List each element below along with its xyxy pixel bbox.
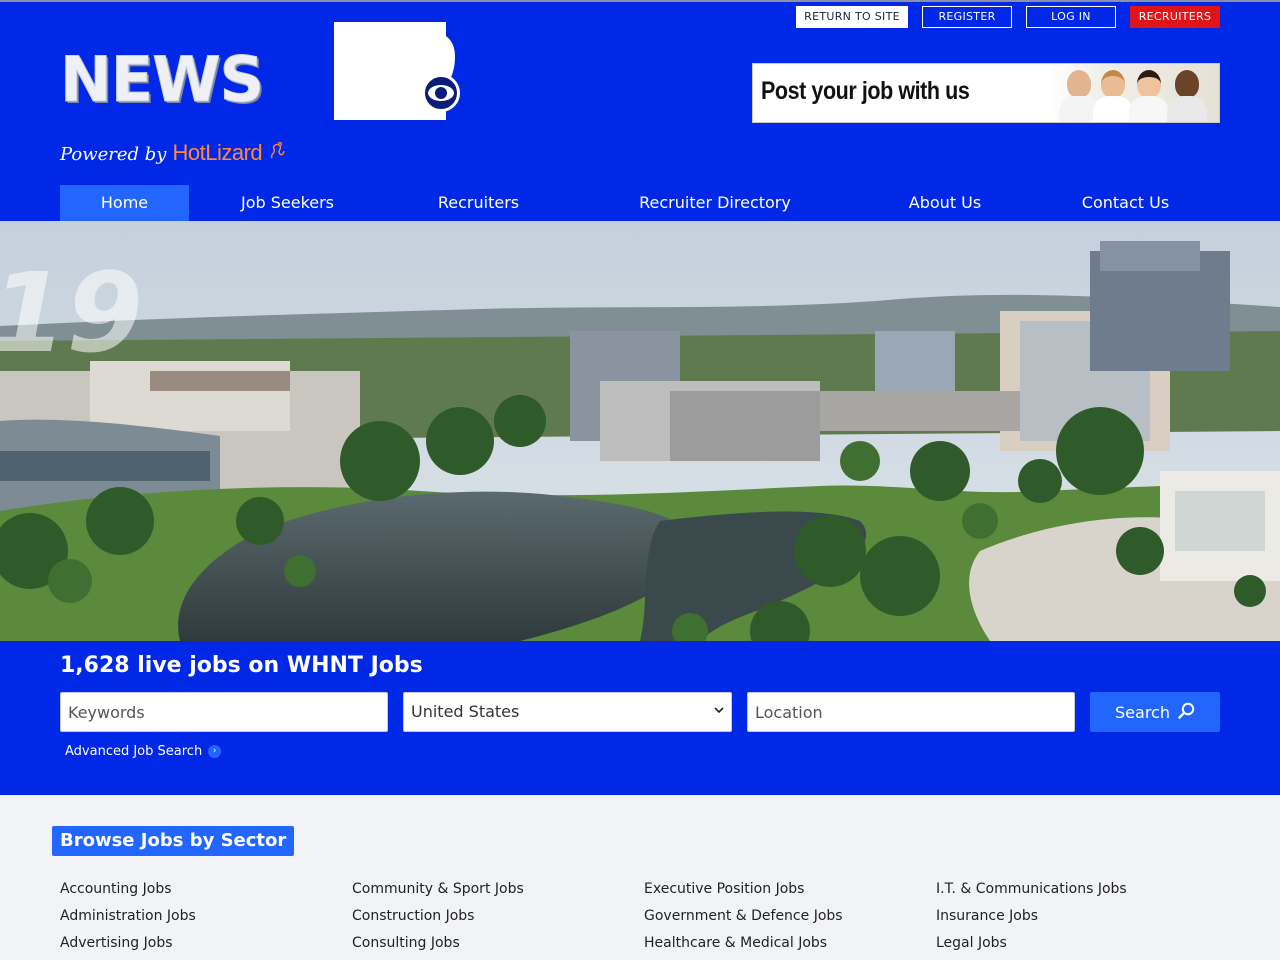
sector-link[interactable]: I.T. & Communications Jobs bbox=[936, 880, 1228, 898]
news19-logo[interactable]: NEWS 19 bbox=[59, 19, 460, 124]
nav-home[interactable]: Home bbox=[60, 185, 189, 221]
logo-wordmark: NEWS bbox=[59, 43, 264, 116]
country-select-value: United States bbox=[411, 702, 520, 721]
log-in-link[interactable]: LOG IN bbox=[1026, 6, 1116, 28]
advanced-job-search-label: Advanced Job Search bbox=[65, 744, 203, 759]
sector-link[interactable]: Accounting Jobs bbox=[60, 880, 352, 898]
sector-link[interactable]: Administration Jobs bbox=[60, 907, 352, 925]
powered-by-label: Powered by bbox=[60, 144, 167, 165]
site-header: RETURN TO SITE REGISTER LOG IN RECRUITER… bbox=[0, 2, 1280, 221]
svg-text:19: 19 bbox=[0, 249, 143, 377]
location-input[interactable] bbox=[747, 692, 1075, 732]
hotlizard-brand: HotLizard bbox=[172, 140, 263, 165]
live-jobs-count: 1,628 live jobs on WHNT Jobs bbox=[60, 653, 423, 678]
nav-recruiter-directory[interactable]: Recruiter Directory bbox=[571, 185, 859, 221]
nav-recruiters[interactable]: Recruiters bbox=[386, 185, 571, 221]
top-links: RETURN TO SITE REGISTER LOG IN RECRUITER… bbox=[796, 6, 1220, 28]
city-skyline-illustration: 19 bbox=[0, 221, 1280, 641]
powered-by: Powered by HotLizard bbox=[60, 140, 286, 166]
ad-people-image bbox=[1049, 64, 1219, 122]
search-form: United States Search bbox=[60, 692, 1220, 732]
search-icon bbox=[1178, 702, 1195, 723]
sector-list: Accounting Jobs Community & Sport Jobs E… bbox=[60, 880, 1230, 952]
nav-job-seekers[interactable]: Job Seekers bbox=[189, 185, 386, 221]
lizard-icon bbox=[268, 140, 286, 165]
country-select[interactable]: United States bbox=[403, 692, 732, 732]
sector-link[interactable]: Healthcare & Medical Jobs bbox=[644, 934, 936, 952]
post-job-ad-banner[interactable]: Post your job with us bbox=[752, 63, 1220, 123]
advanced-job-search-link[interactable]: Advanced Job Search › bbox=[65, 744, 222, 759]
keywords-input[interactable] bbox=[60, 692, 388, 732]
nav-contact-us[interactable]: Contact Us bbox=[1031, 185, 1220, 221]
ad-banner-text: Post your job with us bbox=[761, 77, 970, 105]
chevron-down-icon bbox=[714, 693, 724, 731]
browse-section-title: Browse Jobs by Sector bbox=[52, 826, 295, 856]
search-button-label: Search bbox=[1115, 702, 1170, 722]
sector-link[interactable]: Executive Position Jobs bbox=[644, 880, 936, 898]
register-link[interactable]: REGISTER bbox=[922, 6, 1012, 28]
sector-link[interactable]: Community & Sport Jobs bbox=[352, 880, 644, 898]
job-search-section: 1,628 live jobs on WHNT Jobs United Stat… bbox=[0, 641, 1280, 795]
main-nav: Home Job Seekers Recruiters Recruiter Di… bbox=[60, 185, 1220, 221]
sector-link[interactable]: Government & Defence Jobs bbox=[644, 907, 936, 925]
sector-link[interactable]: Advertising Jobs bbox=[60, 934, 352, 952]
nav-about-us[interactable]: About Us bbox=[859, 185, 1031, 221]
chevron-right-icon: › bbox=[208, 745, 222, 758]
browse-by-sector: Browse Jobs by Sector Accounting Jobs Co… bbox=[0, 795, 1280, 960]
sector-link[interactable]: Construction Jobs bbox=[352, 907, 644, 925]
sector-link[interactable]: Legal Jobs bbox=[936, 934, 1228, 952]
hero-city-image: 19 bbox=[0, 221, 1280, 641]
return-to-site-link[interactable]: RETURN TO SITE bbox=[796, 6, 908, 28]
recruiters-link[interactable]: RECRUITERS bbox=[1130, 6, 1220, 28]
cbs-eye-icon bbox=[422, 74, 460, 112]
sector-link[interactable]: Insurance Jobs bbox=[936, 907, 1228, 925]
sector-link[interactable]: Consulting Jobs bbox=[352, 934, 644, 952]
search-button[interactable]: Search bbox=[1090, 692, 1220, 732]
